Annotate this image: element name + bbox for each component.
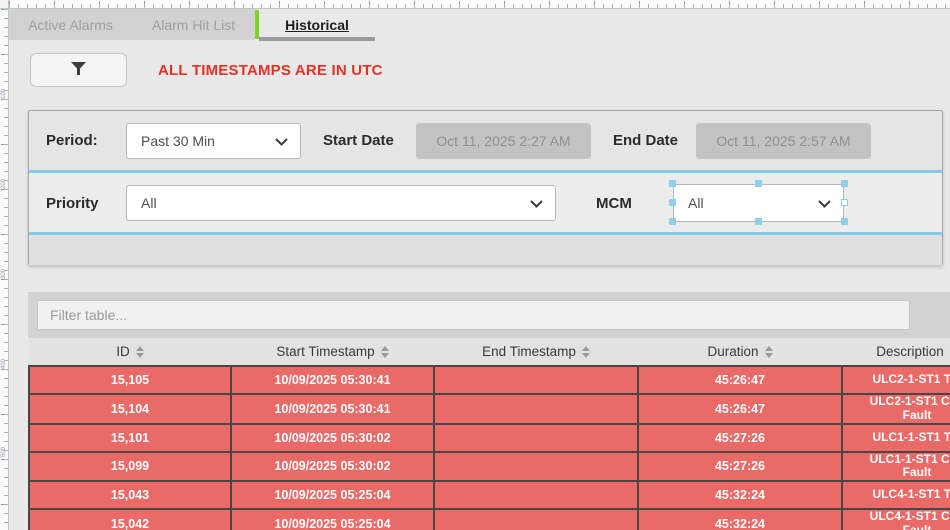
sort-icon[interactable] xyxy=(136,346,144,358)
cell-end-timestamp[interactable] xyxy=(434,481,638,509)
cell-duration[interactable]: 45:32:24 xyxy=(638,509,842,530)
cell-start-timestamp[interactable]: 10/09/2025 05:30:41 xyxy=(231,366,434,394)
ruler-corner xyxy=(0,0,9,9)
cell-end-timestamp[interactable] xyxy=(434,394,638,424)
horizontal-ruler xyxy=(9,0,950,9)
priority-label: Priority xyxy=(46,195,99,212)
tab-alarm-hit-list[interactable]: Alarm Hit List xyxy=(132,9,255,40)
end-date-value: Oct 11, 2025 2:57 AM xyxy=(716,133,850,149)
cell-duration[interactable]: 45:27:26 xyxy=(638,452,842,482)
utc-notice: ALL TIMESTAMPS ARE IN UTC xyxy=(158,53,383,87)
chevron-down-icon xyxy=(818,195,831,211)
priority-select[interactable]: All xyxy=(126,185,556,221)
selection-handle-bottom-left[interactable] xyxy=(669,218,676,225)
divider xyxy=(29,232,942,235)
ruler-label: 200 xyxy=(1,179,7,189)
funnel-icon xyxy=(71,62,86,78)
ruler-label: 500 xyxy=(1,447,7,457)
cell-description[interactable]: ULC2-1-ST1 Con Fault xyxy=(842,394,950,424)
cell-start-timestamp[interactable]: 10/09/2025 05:30:02 xyxy=(231,452,434,482)
column-header-duration[interactable]: Duration xyxy=(638,338,842,366)
period-select[interactable]: Past 30 Min xyxy=(126,123,301,159)
selection-handle-top-left[interactable] xyxy=(669,180,676,187)
chevron-down-icon xyxy=(275,133,288,149)
end-date-input[interactable]: Oct 11, 2025 2:57 AM xyxy=(696,123,871,159)
filter-panel: Period: Past 30 Min Start Date Oct 11, 2… xyxy=(28,110,943,265)
selection-handle-top-right[interactable] xyxy=(841,180,848,187)
mcm-value: All xyxy=(688,195,704,211)
selection-handle-middle-right[interactable] xyxy=(841,199,848,206)
sort-icon[interactable] xyxy=(381,346,389,358)
sort-icon[interactable] xyxy=(765,346,773,358)
cell-end-timestamp[interactable] xyxy=(434,366,638,394)
historical-alarms-table: ID Start Timestamp End Timestamp Duratio… xyxy=(28,338,950,530)
cell-id[interactable]: 15,042 xyxy=(29,509,231,530)
cell-description[interactable]: ULC1-1-ST1 Tip xyxy=(842,424,950,452)
cell-description[interactable]: ULC2-1-ST1 Tip xyxy=(842,366,950,394)
tab-historical-underline xyxy=(259,37,375,41)
cell-id[interactable]: 15,043 xyxy=(29,481,231,509)
table-header-row: ID Start Timestamp End Timestamp Duratio… xyxy=(29,338,950,366)
tab-active-alarms[interactable]: Active Alarms xyxy=(9,9,132,40)
selection-handle-middle-left[interactable] xyxy=(669,199,676,206)
cell-end-timestamp[interactable] xyxy=(434,452,638,482)
cell-id[interactable]: 15,099 xyxy=(29,452,231,482)
priority-value: All xyxy=(141,195,157,211)
period-label: Period: xyxy=(46,132,98,149)
column-header-id[interactable]: ID xyxy=(29,338,231,366)
table-row[interactable]: 15,043 10/09/2025 05:25:04 45:32:24 ULC4… xyxy=(29,481,950,509)
cell-start-timestamp[interactable]: 10/09/2025 05:25:04 xyxy=(231,509,434,530)
column-header-end-timestamp[interactable]: End Timestamp xyxy=(434,338,638,366)
ruler-label: 100 xyxy=(1,89,7,99)
start-date-label: Start Date xyxy=(323,132,394,149)
mcm-label: MCM xyxy=(596,195,632,212)
cell-duration[interactable]: 45:26:47 xyxy=(638,366,842,394)
ruler-label: 300 xyxy=(1,269,7,279)
chevron-down-icon xyxy=(530,195,543,211)
cell-id[interactable]: 15,105 xyxy=(29,366,231,394)
end-date-label: End Date xyxy=(613,132,678,149)
cell-start-timestamp[interactable]: 10/09/2025 05:25:04 xyxy=(231,481,434,509)
column-header-description[interactable]: Description xyxy=(842,338,950,366)
sort-icon[interactable] xyxy=(582,346,590,358)
vertical-ruler: 100 200 300 400 500 xyxy=(0,9,9,530)
cell-duration[interactable]: 45:32:24 xyxy=(638,481,842,509)
cell-description[interactable]: ULC4-1-ST1 Con Fault xyxy=(842,509,950,530)
cell-id[interactable]: 15,101 xyxy=(29,424,231,452)
period-value: Past 30 Min xyxy=(141,133,215,149)
table-row[interactable]: 15,099 10/09/2025 05:30:02 45:27:26 ULC1… xyxy=(29,452,950,482)
cell-end-timestamp[interactable] xyxy=(434,424,638,452)
filter-panel-bottom-strip xyxy=(29,235,942,265)
cell-start-timestamp[interactable]: 10/09/2025 05:30:41 xyxy=(231,394,434,424)
cell-id[interactable]: 15,104 xyxy=(29,394,231,424)
cell-end-timestamp[interactable] xyxy=(434,509,638,530)
cell-description[interactable]: ULC4-1-ST1 Tip xyxy=(842,481,950,509)
filter-button[interactable] xyxy=(30,53,127,87)
selection-handle-bottom-center[interactable] xyxy=(755,218,762,225)
designer-viewport: 100 200 300 400 500 Active Alarms Alarm … xyxy=(0,0,950,530)
tab-historical[interactable]: Historical xyxy=(259,9,375,40)
table-row[interactable]: 15,042 10/09/2025 05:25:04 45:32:24 ULC4… xyxy=(29,509,950,530)
selection-handle-top-center[interactable] xyxy=(755,180,762,187)
mcm-select[interactable]: All xyxy=(673,184,844,222)
table-row[interactable]: 15,104 10/09/2025 05:30:41 45:26:47 ULC2… xyxy=(29,394,950,424)
cell-duration[interactable]: 45:27:26 xyxy=(638,424,842,452)
selection-handle-bottom-right[interactable] xyxy=(841,218,848,225)
cell-start-timestamp[interactable]: 10/09/2025 05:30:02 xyxy=(231,424,434,452)
table-row[interactable]: 15,101 10/09/2025 05:30:02 45:27:26 ULC1… xyxy=(29,424,950,452)
cell-description[interactable]: ULC1-1-ST1 Con Fault xyxy=(842,452,950,482)
table-toolbar xyxy=(28,292,950,338)
ruler-label: 400 xyxy=(1,359,7,369)
tab-strip: Active Alarms Alarm Hit List xyxy=(9,9,255,40)
divider xyxy=(29,170,942,173)
start-date-input[interactable]: Oct 11, 2025 2:27 AM xyxy=(416,123,591,159)
cell-duration[interactable]: 45:26:47 xyxy=(638,394,842,424)
column-header-start-timestamp[interactable]: Start Timestamp xyxy=(231,338,434,366)
start-date-value: Oct 11, 2025 2:27 AM xyxy=(436,133,570,149)
table-row[interactable]: 15,105 10/09/2025 05:30:41 45:26:47 ULC2… xyxy=(29,366,950,394)
table-filter-input[interactable] xyxy=(37,300,910,330)
